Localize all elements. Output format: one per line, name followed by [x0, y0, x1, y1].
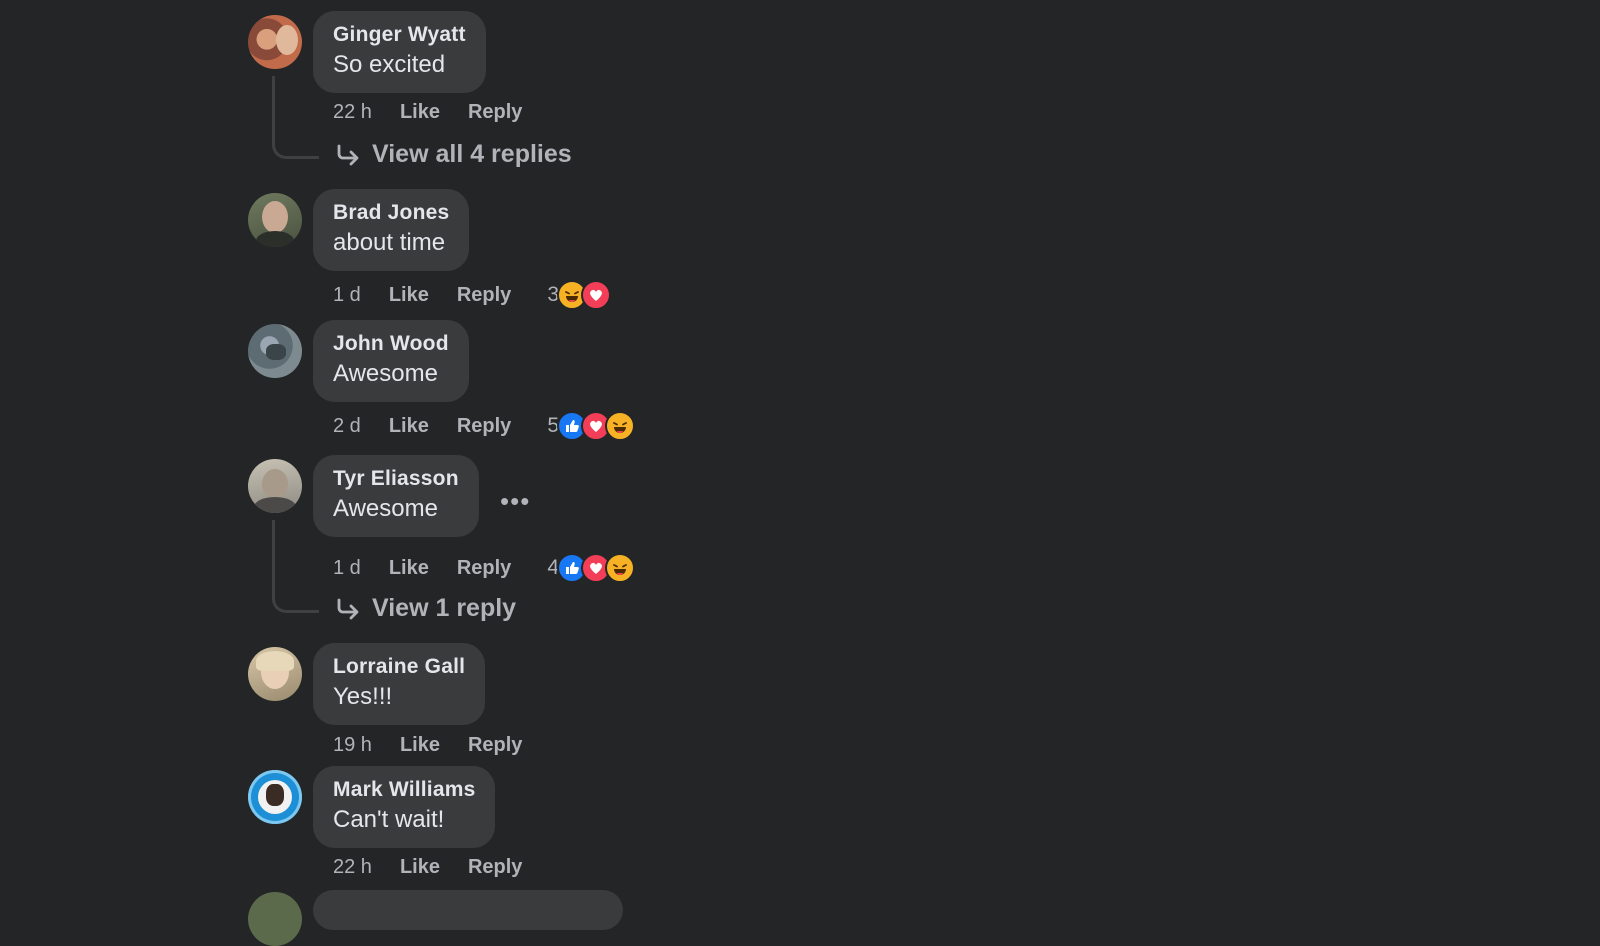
like-button[interactable]: Like	[400, 734, 440, 757]
reply-button[interactable]: Reply	[468, 101, 522, 124]
love-reaction-icon	[581, 280, 611, 310]
reply-arrow-icon	[337, 144, 359, 165]
reply-button[interactable]: Reply	[457, 415, 511, 438]
comment-time[interactable]: 1 d	[333, 284, 361, 307]
avatar[interactable]	[248, 15, 302, 69]
like-button[interactable]: Like	[400, 101, 440, 124]
reaction-summary[interactable]: 5	[547, 411, 635, 441]
comment-time[interactable]: 1 d	[333, 557, 361, 580]
haha-reaction-icon	[605, 553, 635, 583]
comment-bubble: Lorraine Gall Yes!!!	[313, 643, 486, 725]
comment-author[interactable]: Mark Williams	[333, 778, 475, 802]
comment-author[interactable]: Tyr Eliasson	[333, 467, 459, 491]
comment-time[interactable]: 22 h	[333, 856, 372, 879]
avatar[interactable]	[248, 324, 302, 378]
comment-author[interactable]: Brad Jones	[333, 201, 449, 225]
reply-button[interactable]: Reply	[457, 557, 511, 580]
reply-arrow-icon	[337, 598, 359, 619]
avatar[interactable]	[248, 647, 302, 701]
comment-meta: 1 d Like Reply 4	[333, 553, 635, 583]
view-replies-label: View all 4 replies	[372, 140, 572, 168]
view-replies-link[interactable]: View 1 reply	[336, 594, 516, 623]
comment-author[interactable]: Lorraine Gall	[333, 655, 465, 679]
haha-reaction-icon	[605, 411, 635, 441]
comment-text: Yes!!!	[333, 683, 393, 710]
more-options-icon[interactable]: •••	[500, 486, 530, 517]
avatar[interactable]	[248, 459, 302, 513]
like-button[interactable]: Like	[400, 856, 440, 879]
comment-meta: 1 d Like Reply 3	[333, 280, 611, 310]
comment-text: about time	[333, 229, 446, 256]
reply-button[interactable]: Reply	[468, 856, 522, 879]
comment-text: So excited	[333, 51, 446, 78]
comment-bubble: John Wood Awesome	[313, 320, 469, 402]
comment-meta: 22 h Like Reply	[333, 856, 550, 879]
comment-bubble: Brad Jones about time	[313, 189, 470, 271]
like-button[interactable]: Like	[389, 415, 429, 438]
comment-text: Awesome	[333, 360, 438, 387]
comment-bubble: Ginger Wyatt So excited	[313, 11, 486, 93]
like-button[interactable]: Like	[389, 284, 429, 307]
view-replies-label: View 1 reply	[372, 594, 517, 622]
reply-button[interactable]: Reply	[457, 284, 511, 307]
avatar[interactable]	[248, 193, 302, 247]
comment-bubble: Tyr Eliasson Awesome	[313, 455, 479, 537]
comment-time[interactable]: 22 h	[333, 101, 372, 124]
comment-text: Awesome	[333, 495, 438, 522]
comment-author[interactable]: Ginger Wyatt	[333, 23, 466, 47]
thread-line	[272, 520, 319, 613]
reaction-summary[interactable]: 4	[547, 553, 635, 583]
comment-meta: 2 d Like Reply 5	[333, 411, 635, 441]
reply-button[interactable]: Reply	[468, 734, 522, 757]
comment-meta: 19 h Like Reply	[333, 734, 550, 757]
comment-bubble	[313, 890, 623, 930]
comment-bubble: Mark Williams Can't wait!	[313, 766, 496, 848]
comment-meta: 22 h Like Reply	[333, 101, 550, 124]
view-replies-link[interactable]: View all 4 replies	[336, 140, 572, 169]
thread-line	[272, 76, 319, 159]
reaction-summary[interactable]: 3	[547, 280, 611, 310]
like-button[interactable]: Like	[389, 557, 429, 580]
comment-author[interactable]: John Wood	[333, 332, 449, 356]
avatar[interactable]	[248, 770, 302, 824]
comment-time[interactable]: 2 d	[333, 415, 361, 438]
comment-time[interactable]: 19 h	[333, 734, 372, 757]
avatar[interactable]	[248, 892, 302, 946]
comment-text: Can't wait!	[333, 806, 445, 833]
